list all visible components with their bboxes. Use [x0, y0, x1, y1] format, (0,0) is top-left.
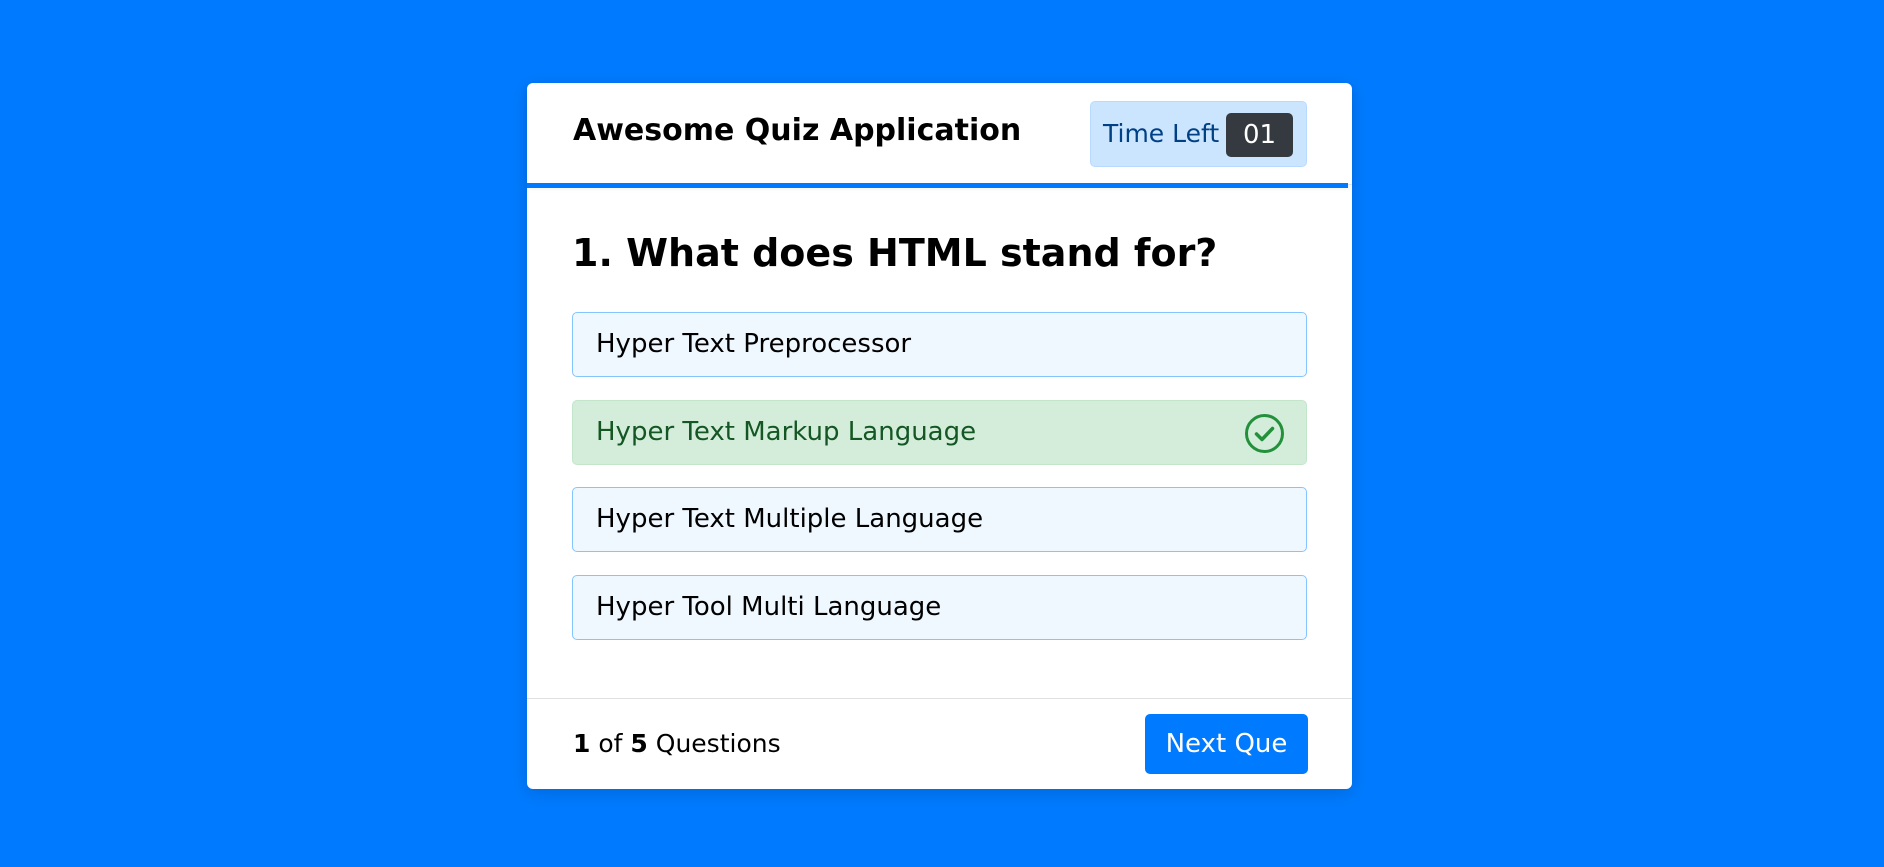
current-question-number: 1	[573, 729, 591, 758]
timer-label: Time Left	[1103, 119, 1220, 148]
timer-seconds: 01	[1226, 113, 1293, 157]
quiz-box: Awesome Quiz Application Time Left 01 1.…	[527, 83, 1352, 789]
questions-text: Questions	[655, 729, 781, 758]
quiz-footer: 1 of 5 Questions Next Que	[527, 698, 1352, 789]
option-label: Hyper Tool Multi Language	[596, 592, 942, 622]
option-2-correct[interactable]: Hyper Text Markup Language	[572, 400, 1307, 465]
option-label: Hyper Text Multiple Language	[596, 504, 984, 534]
time-progress-line	[527, 183, 1348, 188]
question-counter: 1 of 5 Questions	[573, 729, 781, 758]
check-circle-icon	[1244, 413, 1285, 454]
option-label: Hyper Text Markup Language	[596, 417, 977, 447]
question-text: 1. What does HTML stand for?	[572, 231, 1218, 275]
timer: Time Left 01	[1090, 101, 1307, 167]
option-label: Hyper Text Preprocessor	[596, 329, 912, 359]
of-text: of	[598, 729, 623, 758]
quiz-title: Awesome Quiz Application	[573, 113, 1022, 148]
quiz-header: Awesome Quiz Application Time Left 01	[527, 83, 1352, 188]
option-3[interactable]: Hyper Text Multiple Language	[572, 487, 1307, 552]
next-question-button[interactable]: Next Que	[1145, 714, 1308, 774]
option-4[interactable]: Hyper Tool Multi Language	[572, 575, 1307, 640]
total-question-number: 5	[630, 729, 648, 758]
option-1[interactable]: Hyper Text Preprocessor	[572, 312, 1307, 377]
